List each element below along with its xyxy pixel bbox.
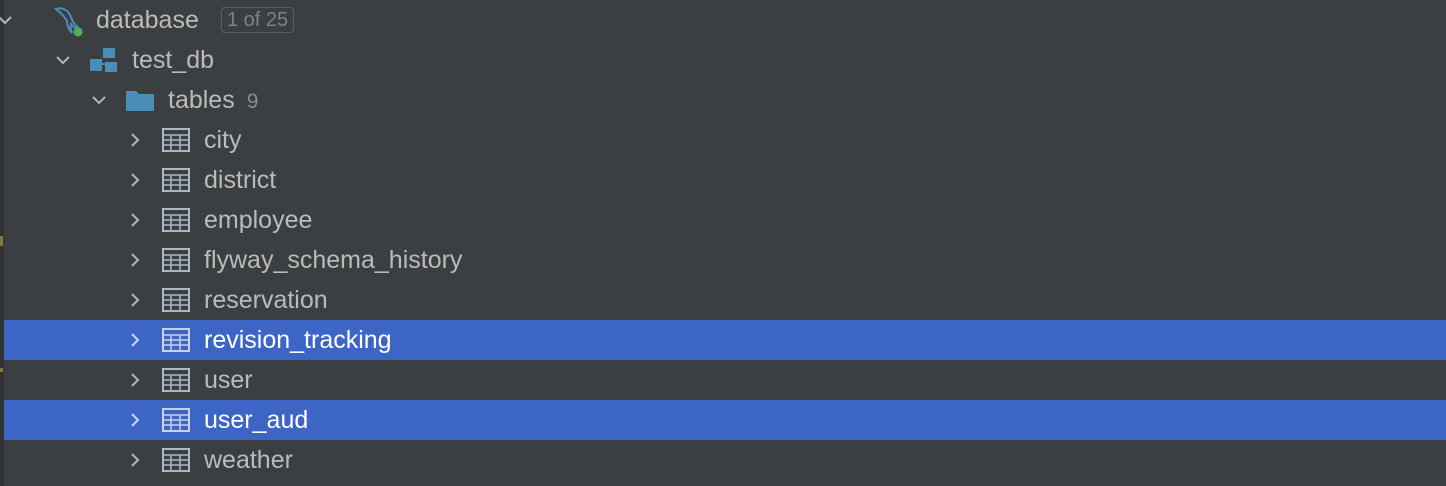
table-row[interactable]: employee [0,200,1446,240]
table-label: flyway_schema_history [204,246,463,274]
connection-count-badge: 1 of 25 [221,7,295,33]
database-tree: database 1 of 25 test_db tables 9 city d… [0,0,1446,480]
table-label: employee [204,206,313,234]
table-icon [162,160,190,200]
folder-icon [125,80,155,120]
table-row[interactable]: district [0,160,1446,200]
table-label: city [204,126,242,154]
table-icon [162,240,190,280]
table-icon [162,280,190,320]
chevron-down-icon[interactable] [52,40,74,80]
tree-node-tables-folder[interactable]: tables 9 [0,80,1446,120]
mysql-dolphin-icon [52,0,86,40]
table-row-selected[interactable]: revision_tracking [4,320,1446,360]
chevron-right-icon[interactable] [124,360,146,400]
tree-node-schema[interactable]: test_db [0,40,1446,80]
table-row[interactable]: city [0,120,1446,160]
table-icon [162,120,190,160]
table-icon [162,200,190,240]
chevron-right-icon[interactable] [124,240,146,280]
table-row[interactable]: reservation [0,280,1446,320]
chevron-right-icon[interactable] [124,160,146,200]
tables-count: 9 [246,90,259,113]
table-row[interactable]: flyway_schema_history [0,240,1446,280]
table-row-selected[interactable]: user_aud [4,400,1446,440]
chevron-down-icon[interactable] [0,0,16,40]
table-icon [162,440,190,480]
chevron-down-icon[interactable] [88,80,110,120]
chevron-right-icon[interactable] [124,120,146,160]
tree-node-connection[interactable]: database 1 of 25 [0,0,1446,40]
table-label: reservation [204,286,328,314]
schema-icon [89,40,119,80]
table-label: user [204,366,253,394]
chevron-right-icon[interactable] [124,440,146,480]
table-row[interactable]: weather [0,440,1446,480]
table-label: user_aud [204,406,309,434]
chevron-right-icon[interactable] [124,400,146,440]
table-icon [162,400,190,440]
chevron-right-icon[interactable] [124,200,146,240]
schema-label: test_db [132,46,215,74]
tables-folder-label: tables 9 [168,86,259,114]
table-row[interactable]: user [0,360,1446,400]
table-icon [162,320,190,360]
chevron-right-icon[interactable] [124,280,146,320]
table-icon [162,360,190,400]
table-label: revision_tracking [204,326,392,354]
table-label: district [204,166,277,194]
connection-label: database [96,6,199,34]
chevron-right-icon[interactable] [124,320,146,360]
table-label: weather [204,446,293,474]
